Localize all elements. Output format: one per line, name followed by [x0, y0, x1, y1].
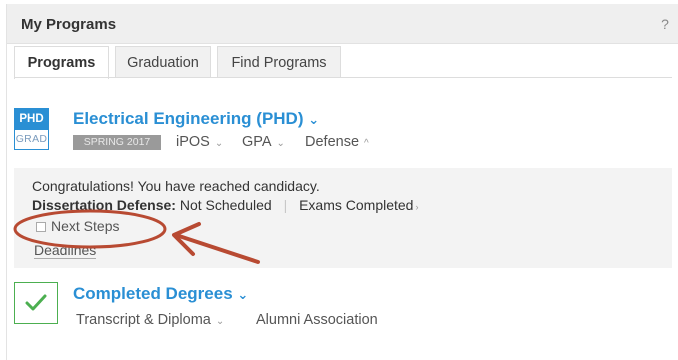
completed-degrees-title: Completed Degrees — [73, 284, 233, 303]
chevron-down-icon: ⌄ — [214, 138, 224, 149]
checkmark-icon — [25, 294, 47, 311]
exams-completed-link[interactable]: Exams Completed — [299, 197, 413, 213]
panel-header: My Programs ? — [7, 4, 678, 44]
completed-status-badge — [14, 282, 58, 324]
term-badge: SPRING 2017 — [73, 135, 161, 150]
help-icon[interactable]: ? — [657, 16, 673, 32]
ipos-label: iPOS — [176, 134, 210, 150]
alumni-association-link[interactable]: Alumni Association — [256, 312, 378, 328]
degree-career: GRAD — [15, 133, 48, 145]
program-title: Electrical Engineering (PHD) — [73, 109, 304, 128]
degree-level: PHD — [15, 109, 48, 130]
ipos-dropdown[interactable]: iPOS ⌄ — [176, 134, 223, 150]
chevron-down-icon: ⌄ — [237, 287, 249, 302]
chevron-right-icon: › — [415, 202, 419, 212]
gpa-label: GPA — [242, 134, 272, 150]
next-steps-label: Next Steps — [51, 218, 120, 234]
defense-status: Dissertation Defense: Not Scheduled | Ex… — [32, 197, 418, 213]
chevron-down-icon: ⌄ — [308, 112, 320, 127]
deadlines-link[interactable]: Deadlines — [34, 242, 97, 259]
defense-dropdown[interactable]: Defense ^ — [305, 134, 369, 150]
completed-degrees-link[interactable]: Completed Degrees ⌄ — [73, 284, 248, 304]
congrats-message: Congratulations! You have reached candid… — [32, 178, 320, 194]
next-steps-toggle[interactable]: Next Steps — [36, 218, 156, 240]
separator: | — [283, 197, 288, 213]
transcript-diploma-dropdown[interactable]: Transcript & Diploma ⌄ — [76, 312, 224, 328]
checkbox-icon[interactable] — [36, 222, 46, 232]
defense-label: Defense — [305, 134, 360, 150]
degree-badge: PHD GRAD — [14, 108, 49, 150]
transcript-label: Transcript & Diploma — [76, 312, 211, 328]
tabs-divider — [14, 77, 672, 78]
chevron-down-icon: ⌄ — [276, 138, 285, 149]
chevron-down-icon: ⌄ — [215, 316, 225, 327]
panel-title: My Programs — [21, 16, 117, 33]
gpa-dropdown[interactable]: GPA ⌄ — [242, 134, 285, 150]
defense-status-value: Not Scheduled — [179, 197, 272, 213]
candidacy-info-box: Congratulations! You have reached candid… — [14, 168, 672, 268]
tab-find-programs[interactable]: Find Programs — [217, 46, 341, 78]
program-title-link[interactable]: Electrical Engineering (PHD) ⌄ — [73, 109, 319, 129]
tab-programs[interactable]: Programs — [14, 46, 109, 79]
chevron-up-icon: ^ — [364, 138, 369, 149]
tab-graduation[interactable]: Graduation — [115, 46, 211, 78]
defense-status-label: Dissertation Defense: — [32, 197, 176, 213]
